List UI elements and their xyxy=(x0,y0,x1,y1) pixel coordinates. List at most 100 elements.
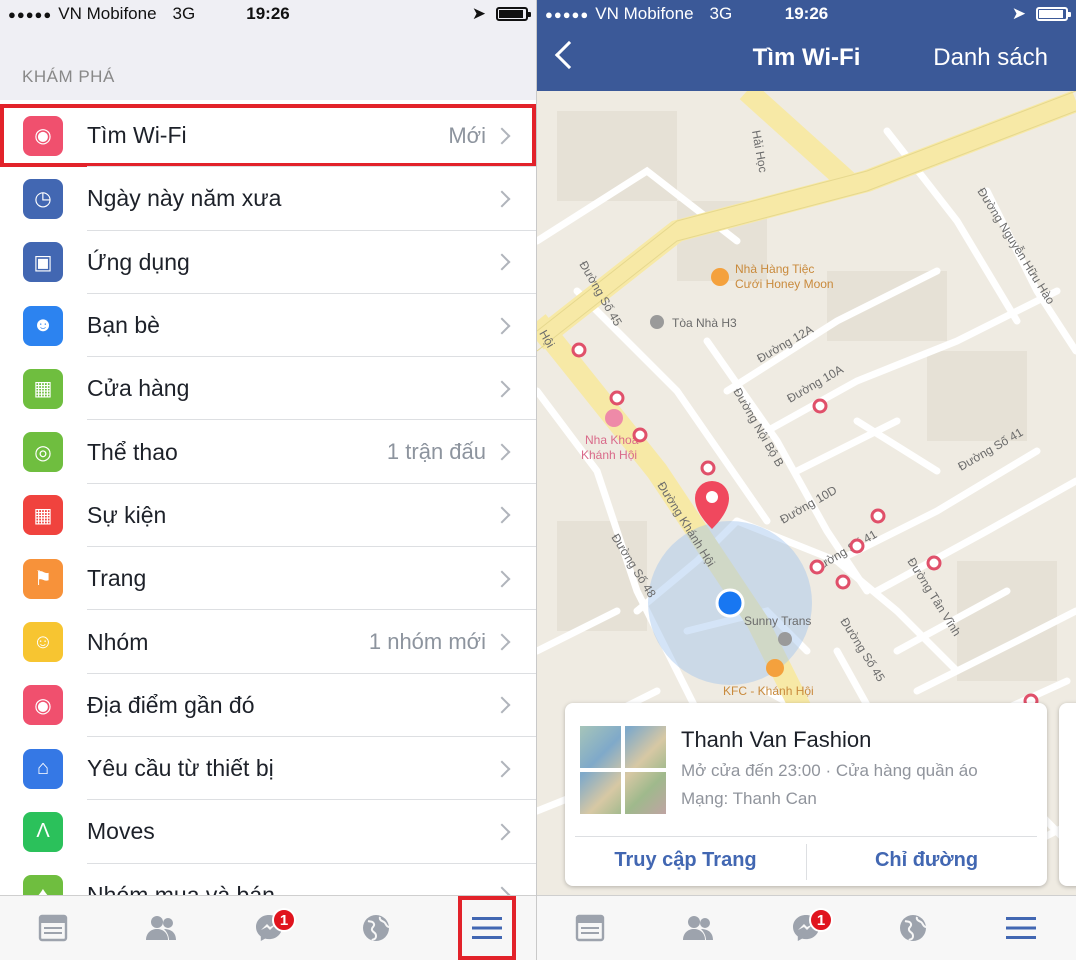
menu-item-pin[interactable]: ◉ Địa điểm gần đó xyxy=(0,674,536,737)
menu-item-label: Cửa hàng xyxy=(87,375,190,402)
ball-icon: ◎ xyxy=(23,432,63,473)
place-name[interactable]: Thanh Van Fashion xyxy=(681,727,871,753)
menu-item-label: Nhóm xyxy=(87,628,149,655)
map-label-sunny-trans: Sunny Trans xyxy=(744,614,811,628)
chevron-right-icon xyxy=(493,570,511,588)
tab-news-feed[interactable] xyxy=(18,896,88,960)
menu-item-label: Bạn bè xyxy=(87,312,160,339)
menu-item-clock[interactable]: ◷ Ngày này năm xưa xyxy=(0,167,536,231)
menu-item-meta: 1 nhóm mới xyxy=(368,629,486,655)
menu-item-friends[interactable]: ☻ Bạn bè xyxy=(0,294,536,358)
tab-notifications[interactable] xyxy=(878,896,948,960)
restaurant-poi-icon[interactable] xyxy=(711,268,729,286)
chevron-right-icon xyxy=(493,127,511,145)
card-divider xyxy=(575,836,1037,837)
map-label-restaurant: Nhà Hàng Tiệc xyxy=(735,262,814,276)
friends-icon: ☻ xyxy=(23,305,63,346)
status-bar: ●●●●● VN Mobifone 3G 19:26 ➤ xyxy=(537,0,1076,28)
sunny-trans-poi-icon[interactable] xyxy=(778,632,792,646)
wifi-spot-marker[interactable] xyxy=(849,538,865,554)
section-title: KHÁM PHÁ xyxy=(22,67,115,86)
header-background xyxy=(0,28,536,100)
status-bar: ●●●●● VN Mobifone 3G 19:26 ➤ xyxy=(0,0,536,28)
chevron-right-icon xyxy=(493,253,511,271)
place-hours-category: Mở cửa đến 23:00 · Cửa hàng quần áo xyxy=(681,761,978,780)
moves-icon: Λ xyxy=(23,811,63,852)
map-label-restaurant-2: Cưới Honey Moon xyxy=(735,277,834,291)
clock: 19:26 xyxy=(246,4,290,23)
explore-menu-list: ◉ Tìm Wi-Fi Mới ◷ Ngày này năm xưa ▣ Ứng dụng ☻… xyxy=(0,104,536,927)
wifi-spot-marker[interactable] xyxy=(571,342,587,358)
menu-item-label: Ngày này năm xưa xyxy=(87,185,282,212)
wifi-spot-marker[interactable] xyxy=(609,390,625,406)
cube-icon: ▣ xyxy=(23,242,63,283)
place-network: Mạng: Thanh Can xyxy=(681,789,817,808)
wifi-spot-marker[interactable] xyxy=(632,427,648,443)
chevron-right-icon xyxy=(493,190,511,208)
menu-item-label: Trang xyxy=(87,565,147,592)
tab-messenger[interactable]: 1 xyxy=(771,896,841,960)
place-card[interactable]: Thanh Van Fashion Mở cửa đến 23:00 · Cửa… xyxy=(565,703,1047,886)
map-label-dental: Nha Khoa xyxy=(585,433,639,447)
tab-messenger[interactable]: 1 xyxy=(234,896,304,960)
pin-icon: ◉ xyxy=(23,685,63,726)
place-thumbnail xyxy=(578,724,668,816)
hamburger-menu-icon xyxy=(1006,917,1036,939)
tab-more-menu[interactable] xyxy=(986,896,1056,960)
menu-item-label: Thể thao xyxy=(87,438,178,465)
menu-item-meta: Mới xyxy=(448,122,486,148)
globe-icon xyxy=(363,915,390,941)
menu-item-moves[interactable]: Λ Moves xyxy=(0,800,536,864)
calendar-icon: ▦ xyxy=(23,495,63,536)
tab-friend-requests[interactable] xyxy=(663,896,733,960)
menu-item-label: Moves xyxy=(87,818,155,845)
tab-notifications[interactable] xyxy=(341,896,411,960)
menu-item-calendar[interactable]: ▦ Sự kiện xyxy=(0,484,536,548)
location-arrow-icon: ➤ xyxy=(1011,4,1026,23)
group-icon: ☺ xyxy=(23,622,63,663)
menu-item-label: Địa điểm gần đó xyxy=(87,691,255,718)
chevron-right-icon xyxy=(493,633,511,651)
wifi-icon: ◉ xyxy=(23,115,63,156)
chevron-right-icon xyxy=(493,506,511,524)
clock-icon: ◷ xyxy=(23,178,63,219)
friend-requests-icon xyxy=(146,916,176,940)
building-poi-icon[interactable] xyxy=(650,315,664,329)
tab-friend-requests[interactable] xyxy=(126,896,196,960)
navigation-header: ●●●●● VN Mobifone 3G 19:26 ➤ Tìm Wi-Fi D… xyxy=(537,0,1076,91)
chevron-right-icon xyxy=(493,696,511,714)
dental-poi-icon[interactable] xyxy=(605,409,623,427)
list-view-button[interactable]: Danh sách xyxy=(933,44,1048,72)
tab-more-menu[interactable] xyxy=(458,896,516,960)
device-home-icon: ⌂ xyxy=(23,748,63,789)
map-label-dental-2: Khánh Hội xyxy=(581,448,637,462)
explore-menu-screen: ●●●●● VN Mobifone 3G 19:26 ➤ KHÁM PHÁ ◉ T… xyxy=(0,0,536,960)
current-location-dot xyxy=(715,588,745,618)
wifi-spot-marker[interactable] xyxy=(812,398,828,414)
menu-item-cube[interactable]: ▣ Ứng dụng xyxy=(0,231,536,294)
menu-item-group[interactable]: ☺ Nhóm 1 nhóm mới xyxy=(0,610,536,674)
next-place-card[interactable] xyxy=(1059,703,1076,886)
tab-bar: 1 xyxy=(0,895,536,960)
menu-item-flag[interactable]: ⚑ Trang xyxy=(0,547,536,611)
wifi-spot-marker[interactable] xyxy=(926,555,942,571)
visit-page-button[interactable]: Truy cập Trang xyxy=(565,849,806,872)
menu-item-store[interactable]: ▦ Cửa hàng xyxy=(0,357,536,421)
kfc-poi-icon[interactable] xyxy=(766,659,784,677)
hamburger-menu-icon xyxy=(472,917,502,939)
chevron-right-icon xyxy=(493,760,511,778)
map-label-kfc: KFC - Khánh Hội xyxy=(723,684,814,698)
map-label-building: Tòa Nhà H3 xyxy=(672,316,737,330)
wifi-spot-marker[interactable] xyxy=(870,508,886,524)
tab-news-feed[interactable] xyxy=(555,896,625,960)
wifi-spot-marker[interactable] xyxy=(835,574,851,590)
menu-item-device-home[interactable]: ⌂ Yêu cầu từ thiết bị xyxy=(0,737,536,801)
find-wifi-screen: ●●●●● VN Mobifone 3G 19:26 ➤ Tìm Wi-Fi D… xyxy=(537,0,1076,960)
menu-item-wifi[interactable]: ◉ Tìm Wi-Fi Mới xyxy=(0,104,536,168)
directions-button[interactable]: Chỉ đường xyxy=(806,849,1047,872)
wifi-spot-marker[interactable] xyxy=(809,559,825,575)
battery-icon xyxy=(496,7,531,21)
flag-icon: ⚑ xyxy=(23,558,63,599)
wifi-spot-marker[interactable] xyxy=(700,460,716,476)
menu-item-ball[interactable]: ◎ Thể thao 1 trận đấu xyxy=(0,420,536,484)
